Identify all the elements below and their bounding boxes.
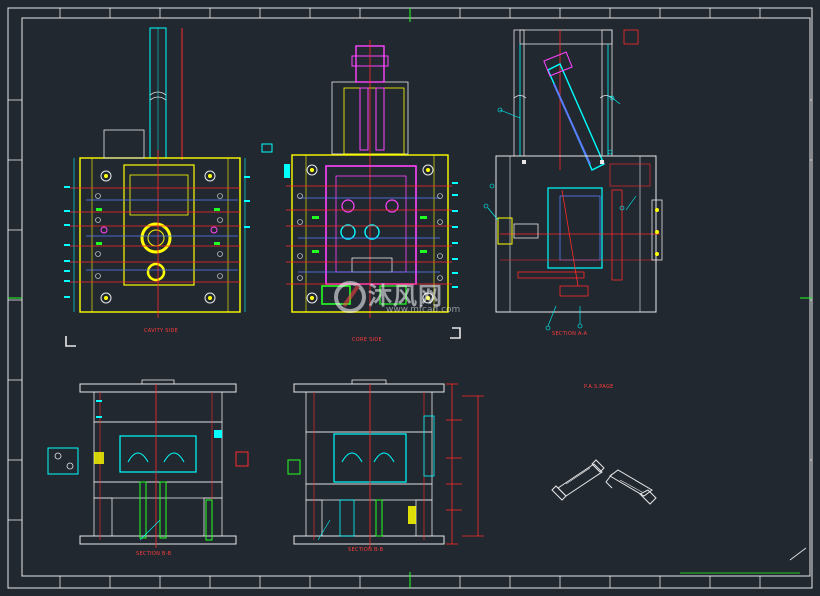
parts-note-label: P.A.S.PAGE (584, 384, 614, 390)
cavity-side-label: CAVITY SIDE (144, 328, 179, 334)
core-side-label: CORE SIDE (352, 337, 383, 343)
section-bb-left-label: SECTION B-B (136, 551, 172, 557)
watermark-site: www.mfcad.com (386, 305, 461, 315)
section-aa-label: SECTION A-A (552, 331, 588, 337)
watermark: 沐风网 www.mfcad.com (330, 276, 500, 318)
section-bb-right-label: SECTION B-B (348, 547, 384, 553)
